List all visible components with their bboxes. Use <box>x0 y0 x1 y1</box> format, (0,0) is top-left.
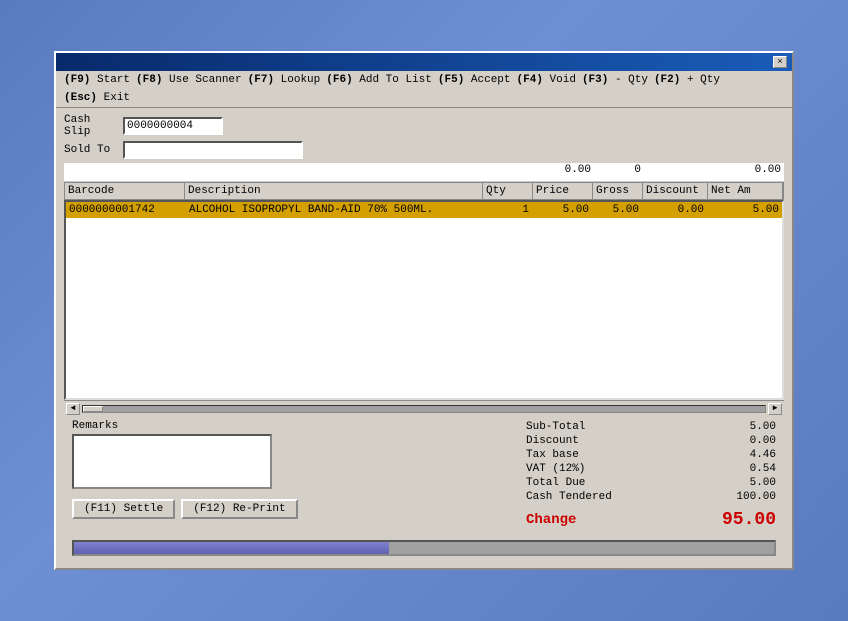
change-row: Change 95.00 <box>526 508 776 532</box>
cash-slip-row: Cash Slip <box>64 114 784 138</box>
progress-bar <box>72 540 776 556</box>
sold-to-row: Sold To <box>64 141 784 159</box>
cashtendered-label: Cash Tendered <box>526 491 612 503</box>
cash-slip-input[interactable] <box>123 117 223 135</box>
scroll-track[interactable] <box>82 405 766 413</box>
title-bar: × <box>56 53 792 71</box>
entry-price-cell <box>534 163 594 181</box>
col-description: Description <box>185 183 483 199</box>
change-label: Change <box>526 512 576 528</box>
discount-value: 0.00 <box>716 435 776 447</box>
discount-row: Discount 0.00 <box>526 434 776 448</box>
scroll-thumb <box>83 406 103 412</box>
taxbase-label: Tax base <box>526 449 579 461</box>
scroll-left-button[interactable]: ◄ <box>66 403 80 415</box>
menu-void[interactable]: (F4) Void <box>517 74 576 86</box>
totals-section: Sub-Total 5.00 Discount 0.00 Tax base 4.… <box>526 420 776 532</box>
description-input[interactable] <box>187 164 481 176</box>
change-value: 95.00 <box>722 510 776 530</box>
cell-description: ALCOHOL ISOPROPYL BAND-AID 70% 500ML. <box>186 202 482 218</box>
discount-label: Discount <box>526 435 579 447</box>
cell-discount: 0.00 <box>642 202 707 218</box>
column-headers: Barcode Description Qty Price Gross Disc… <box>64 182 784 200</box>
content-area: Cash Slip Sold To <box>56 108 792 568</box>
subtotal-value: 5.00 <box>716 421 776 433</box>
remarks-input[interactable] <box>72 434 272 489</box>
reprint-button[interactable]: (F12) Re-Print <box>181 499 297 519</box>
col-gross: Gross <box>593 183 643 199</box>
col-net-amount: Net Am <box>708 183 783 199</box>
bottom-section: Remarks (F11) Settle (F12) Re-Print Sub-… <box>64 416 784 536</box>
main-window: × (F9) Start (F8) Use Scanner (F7) Looku… <box>54 51 794 570</box>
menu-minus-qty[interactable]: (F3) - Qty <box>582 74 648 86</box>
cashtendered-value: 100.00 <box>716 491 776 503</box>
scroll-right-button[interactable]: ► <box>768 403 782 415</box>
cell-net: 5.00 <box>707 202 782 218</box>
menu-start[interactable]: (F9) Start <box>64 74 130 86</box>
entry-code-cell <box>64 163 184 181</box>
totaldue-row: Total Due 5.00 <box>526 476 776 490</box>
price-input[interactable] <box>537 164 591 176</box>
vat-value: 0.54 <box>716 463 776 475</box>
cashtendered-row: Cash Tendered 100.00 <box>526 490 776 504</box>
close-button[interactable]: × <box>773 56 787 68</box>
cell-gross: 5.00 <box>592 202 642 218</box>
gross-input[interactable] <box>597 164 641 176</box>
subtotal-label: Sub-Total <box>526 421 585 433</box>
subtotal-row: Sub-Total 5.00 <box>526 420 776 434</box>
vat-row: VAT (12%) 0.54 <box>526 462 776 476</box>
horizontal-scrollbar: ◄ ► <box>64 400 784 416</box>
cash-slip-label: Cash Slip <box>64 114 119 138</box>
menu-exit[interactable]: (Esc) Exit <box>64 92 130 104</box>
menu-plus-qty[interactable]: (F2) + Qty <box>654 74 720 86</box>
entry-qty-cell <box>484 163 534 181</box>
entry-gross-cell <box>594 163 644 181</box>
cell-barcode: 0000000001742 <box>66 202 186 218</box>
menu-scanner[interactable]: (F8) Use Scanner <box>136 74 242 86</box>
remarks-section: Remarks (F11) Settle (F12) Re-Print <box>72 420 518 532</box>
menu-lookup[interactable]: (F7) Lookup <box>248 74 321 86</box>
progress-fill <box>74 542 389 554</box>
sold-to-input[interactable] <box>123 141 303 159</box>
menu-addtolist[interactable]: (F6) Add To List <box>326 74 432 86</box>
cell-qty: 1 <box>482 202 532 218</box>
table-section: Barcode Description Qty Price Gross Disc… <box>64 163 784 416</box>
col-barcode: Barcode <box>65 183 185 199</box>
sold-to-label: Sold To <box>64 144 119 156</box>
totaldue-value: 5.00 <box>716 477 776 489</box>
table-row[interactable]: 0000000001742 ALCOHOL ISOPROPYL BAND-AID… <box>66 202 782 218</box>
entry-desc-cell <box>184 163 484 181</box>
disc-input[interactable] <box>647 164 706 176</box>
col-price: Price <box>533 183 593 199</box>
progress-bar-section <box>64 536 784 562</box>
data-grid: 0000000001742 ALCOHOL ISOPROPYL BAND-AID… <box>64 200 784 400</box>
vat-label: VAT (12%) <box>526 463 585 475</box>
action-buttons: (F11) Settle (F12) Re-Print <box>72 499 518 519</box>
cell-price: 5.00 <box>532 202 592 218</box>
taxbase-row: Tax base 4.46 <box>526 448 776 462</box>
net-input[interactable] <box>712 164 781 176</box>
entry-net-cell <box>709 163 784 181</box>
taxbase-value: 4.46 <box>716 449 776 461</box>
code-input[interactable] <box>67 164 181 176</box>
col-qty: Qty <box>483 183 533 199</box>
entry-disc-cell <box>644 163 709 181</box>
settle-button[interactable]: (F11) Settle <box>72 499 175 519</box>
menu-bar: (F9) Start (F8) Use Scanner (F7) Lookup … <box>56 71 792 108</box>
qty-input[interactable] <box>487 164 531 180</box>
menu-accept[interactable]: (F5) Accept <box>438 74 511 86</box>
remarks-label: Remarks <box>72 420 518 432</box>
col-discount: Discount <box>643 183 708 199</box>
totaldue-label: Total Due <box>526 477 585 489</box>
entry-row <box>64 163 784 182</box>
